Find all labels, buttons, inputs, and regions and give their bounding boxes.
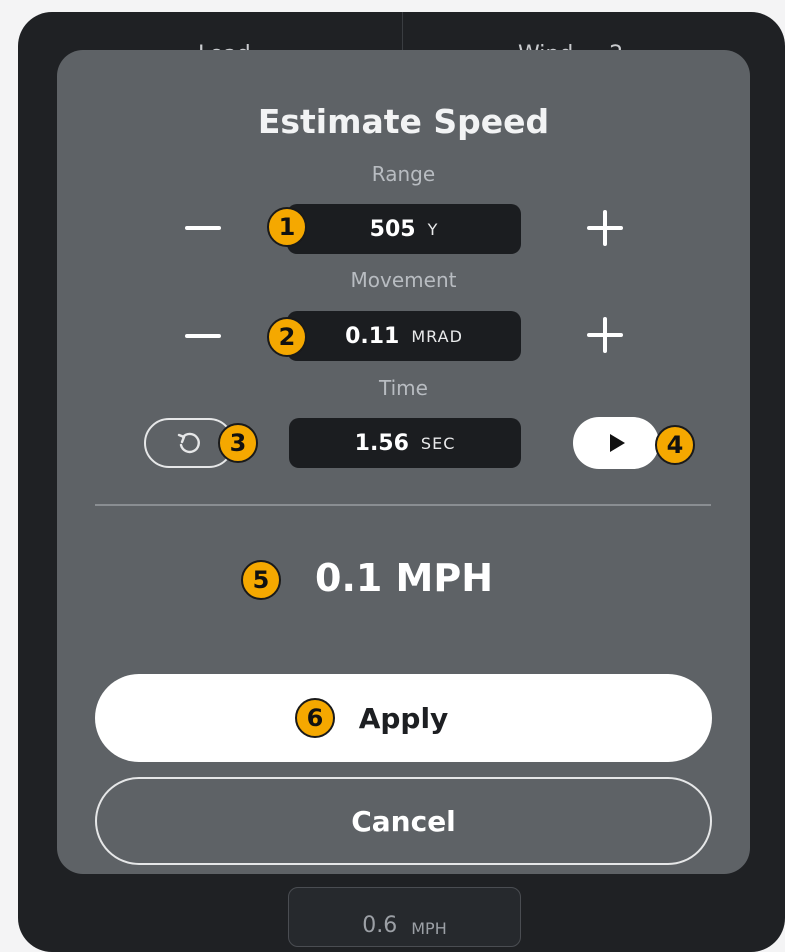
marker-5: 5 [241,560,281,600]
movement-field[interactable]: 0.11 MRAD [287,311,521,361]
cancel-label: Cancel [351,804,456,838]
movement-label: Movement [350,268,457,292]
marker-4: 4 [655,425,695,465]
play-icon [610,434,625,452]
estimate-speed-dialog: Estimate Speed Range 505 Y 1 Movement 0.… [57,50,750,874]
background-speed-unit: MPH [411,919,447,938]
cancel-button[interactable]: Cancel [95,777,712,865]
minus-icon [185,334,221,338]
play-button[interactable] [573,417,659,469]
minus-icon [185,226,221,230]
time-unit: SEC [420,433,456,453]
background-speed-value: 0.6 [362,913,398,938]
plus-icon [603,210,607,246]
background-speed-field: 0.6 MPH [288,887,521,947]
time-value: 1.56 [354,430,409,456]
range-decrease-button[interactable] [177,202,229,254]
movement-increase-button[interactable] [579,309,631,361]
apply-button[interactable]: Apply [95,674,712,762]
apply-label: Apply [358,701,449,735]
dialog-title: Estimate Speed [257,102,550,141]
movement-value: 0.11 [345,323,400,349]
range-value: 505 [369,216,416,242]
range-unit: Y [427,219,439,239]
marker-6: 6 [295,698,335,738]
range-increase-button[interactable] [579,202,631,254]
divider [95,504,711,506]
range-label: Range [371,162,436,186]
movement-decrease-button[interactable] [177,310,229,362]
plus-icon [603,317,607,353]
reset-icon [177,432,200,454]
marker-3: 3 [218,423,258,463]
marker-2: 2 [267,317,307,357]
time-label: Time [379,376,428,400]
marker-1: 1 [267,207,307,247]
range-field[interactable]: 505 Y [287,204,521,254]
speed-result: 0.1 MPH [315,556,494,600]
movement-unit: MRAD [411,326,463,346]
background-divider [402,12,403,52]
time-field[interactable]: 1.56 SEC [289,418,521,468]
